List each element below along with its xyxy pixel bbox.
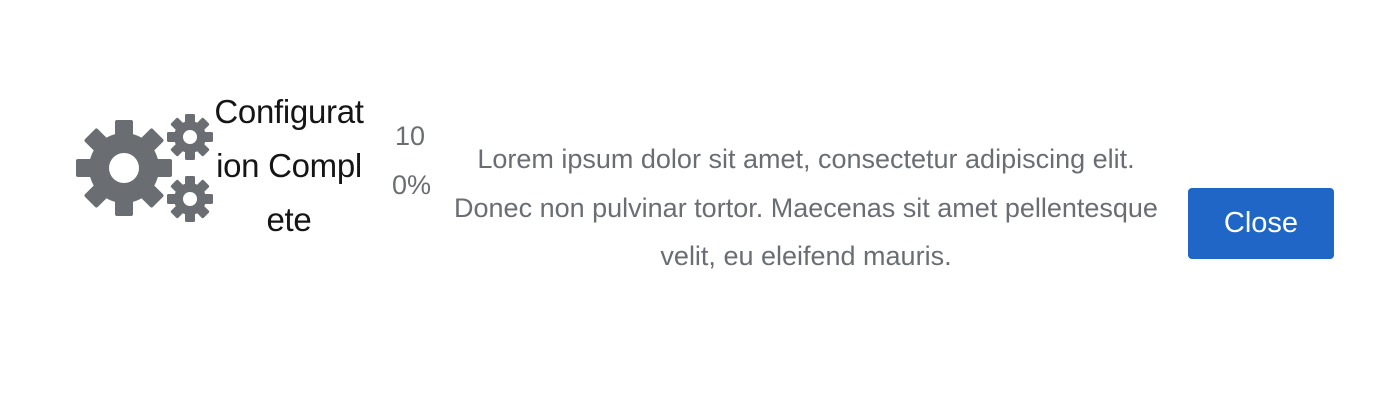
close-button[interactable]: Close	[1188, 188, 1334, 259]
cogs-icon	[76, 110, 216, 226]
page-title: Configuration Complete	[214, 93, 364, 238]
configuration-complete-panel: Configuration Complete 100% Lorem ipsum …	[0, 0, 1400, 410]
completion-description: Lorem ipsum dolor sit amet, consectetur …	[454, 144, 1158, 271]
progress-percentage: 100%	[392, 121, 432, 200]
